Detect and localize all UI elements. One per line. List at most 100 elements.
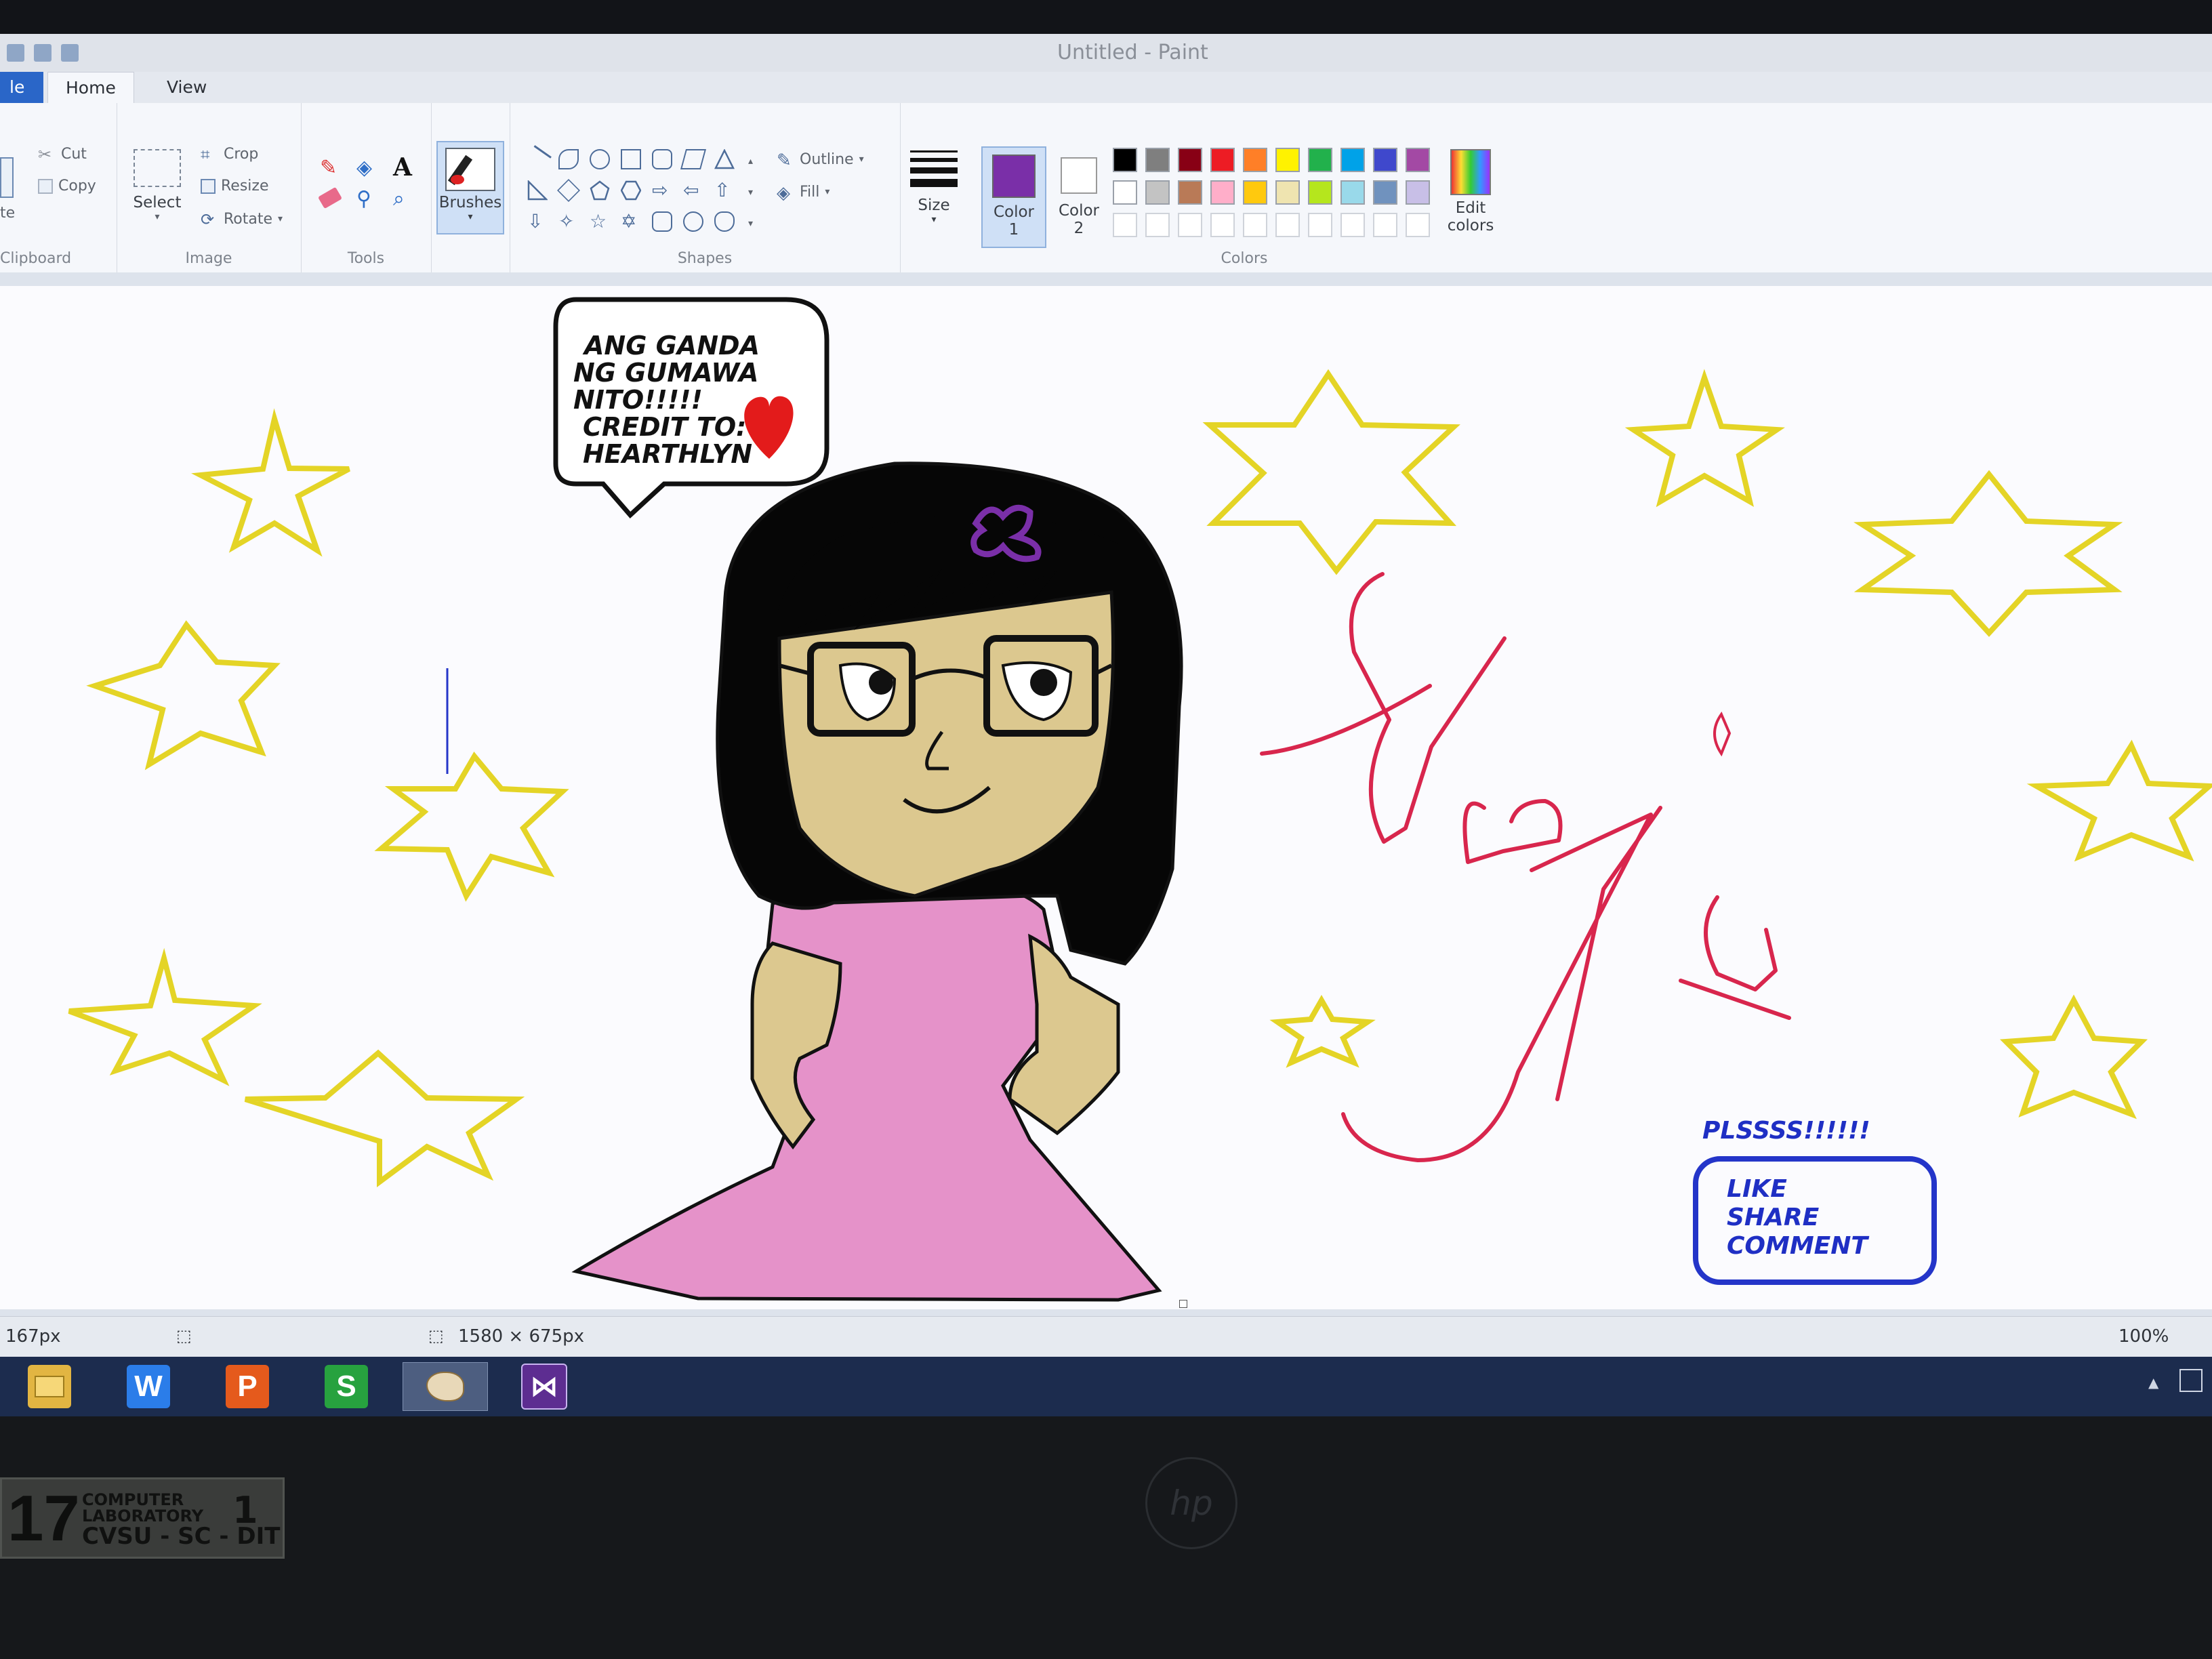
fill-bucket-icon[interactable]: ◈: [356, 156, 372, 180]
drawing-canvas[interactable]: ANG GANDA NG GUMAWA NITO!!!!! CREDIT TO:…: [0, 286, 2212, 1309]
color-picker-icon[interactable]: ⚲: [356, 187, 371, 211]
oval-shape-icon[interactable]: [590, 149, 610, 169]
palette-swatch[interactable]: [1243, 148, 1267, 172]
custom-color-slot[interactable]: [1243, 213, 1267, 237]
taskbar-writer[interactable]: W: [106, 1362, 191, 1411]
triangle-shape-icon[interactable]: [714, 148, 735, 169]
star-drawing: [2026, 739, 2212, 862]
pencil-icon[interactable]: ✎: [320, 156, 337, 180]
palette-swatch[interactable]: [1308, 148, 1332, 172]
palette-swatch[interactable]: [1340, 180, 1365, 205]
taskbar-spreadsheet[interactable]: S: [304, 1362, 389, 1411]
canvas-resize-handle[interactable]: [1179, 1300, 1187, 1308]
edit-colors-button[interactable]: Edit colors: [1443, 149, 1498, 234]
tab-file[interactable]: le: [0, 72, 43, 103]
palette-swatch[interactable]: [1373, 180, 1397, 205]
custom-color-slot[interactable]: [1145, 213, 1170, 237]
palette-swatch[interactable]: [1275, 180, 1300, 205]
fill-button[interactable]: ◈ Fill ▾: [777, 183, 830, 203]
polygon-shape-icon[interactable]: [680, 149, 707, 169]
bubble-line-3: NITO!!!!!: [573, 385, 703, 415]
palette-swatch[interactable]: [1373, 148, 1397, 172]
palette-swatch[interactable]: [1113, 148, 1137, 172]
network-icon[interactable]: [2179, 1369, 2203, 1392]
resize-button[interactable]: Resize: [201, 178, 269, 194]
palette-swatch[interactable]: [1178, 180, 1202, 205]
crop-label: Crop: [224, 145, 259, 163]
hexagon-shape-icon[interactable]: [620, 180, 642, 201]
shapes-gallery[interactable]: ⇨ ⇦ ⇧ ⇩ ✧ ☆ ✡ ▴ ▾ ▾: [523, 145, 758, 244]
expand-gallery-icon[interactable]: ▾: [748, 218, 753, 229]
taskbar-presentation[interactable]: P: [205, 1362, 290, 1411]
callout-oval-shape-icon[interactable]: [683, 211, 703, 232]
curve-shape-icon[interactable]: [558, 149, 579, 169]
tab-view[interactable]: View: [149, 72, 224, 103]
undo-icon[interactable]: [34, 44, 52, 62]
star-drawing: [68, 947, 262, 1086]
custom-color-slot[interactable]: [1113, 213, 1137, 237]
custom-color-slot[interactable]: [1178, 213, 1202, 237]
callout-cloud-shape-icon[interactable]: [714, 211, 735, 232]
taskbar-paint[interactable]: [403, 1362, 488, 1411]
scroll-down-icon[interactable]: ▾: [748, 187, 753, 198]
custom-color-slot[interactable]: [1210, 213, 1235, 237]
magnifier-icon[interactable]: ⌕: [393, 187, 405, 211]
rectangle-shape-icon[interactable]: [621, 149, 641, 169]
up-arrow-shape-icon[interactable]: ⇧: [714, 180, 735, 201]
rounded-rectangle-shape-icon[interactable]: [652, 149, 672, 169]
palette-swatch[interactable]: [1210, 180, 1235, 205]
scissors-icon: ✂: [38, 145, 52, 164]
taskbar-file-explorer[interactable]: [7, 1362, 92, 1411]
tab-home[interactable]: Home: [47, 72, 134, 104]
text-tool-icon[interactable]: A: [393, 153, 412, 182]
palette-swatch[interactable]: [1243, 180, 1267, 205]
star-drawing: [1202, 369, 1460, 575]
brushes-button[interactable]: Brushes ▾: [436, 141, 504, 234]
palette-swatch[interactable]: [1145, 148, 1170, 172]
color1-button[interactable]: Color 1: [981, 146, 1046, 248]
palette-swatch[interactable]: [1308, 180, 1332, 205]
callout-rect-shape-icon[interactable]: [652, 211, 672, 232]
cut-button[interactable]: ✂ Cut: [38, 145, 87, 164]
taskbar-visual-studio[interactable]: ⋈: [501, 1362, 587, 1411]
right-arrow-shape-icon[interactable]: ⇨: [652, 180, 672, 201]
eraser-icon[interactable]: [318, 186, 342, 209]
palette-swatch[interactable]: [1406, 180, 1430, 205]
line-shape-icon[interactable]: [523, 145, 552, 173]
down-arrow-shape-icon[interactable]: ⇩: [527, 211, 548, 232]
color2-button[interactable]: Color 2: [1052, 146, 1106, 248]
palette-swatch[interactable]: [1113, 180, 1137, 205]
pentagon-shape-icon[interactable]: [590, 180, 610, 201]
diamond-shape-icon[interactable]: [557, 179, 580, 202]
palette-swatch[interactable]: [1210, 148, 1235, 172]
fill-label: Fill: [800, 183, 820, 201]
rotate-button[interactable]: ⟳ Rotate ▾: [201, 210, 283, 229]
outline-button[interactable]: ✎ Outline ▾: [777, 150, 864, 171]
show-hidden-icons-icon[interactable]: ▲: [2148, 1374, 2158, 1391]
custom-color-slot[interactable]: [1406, 213, 1430, 237]
save-icon[interactable]: [7, 44, 24, 62]
redo-icon[interactable]: [61, 44, 79, 62]
custom-color-slot[interactable]: [1308, 213, 1332, 237]
palette-swatch[interactable]: [1178, 148, 1202, 172]
copy-button[interactable]: Copy: [38, 178, 96, 194]
palette-swatch[interactable]: [1406, 148, 1430, 172]
select-button[interactable]: Select ▾: [131, 149, 183, 222]
star-drawing: [1269, 994, 1376, 1068]
palette-swatch[interactable]: [1275, 148, 1300, 172]
paste-button[interactable]: [0, 157, 14, 198]
palette-swatch[interactable]: [1145, 180, 1170, 205]
crop-button[interactable]: ⌗ Crop: [201, 145, 259, 164]
five-point-star-shape-icon[interactable]: ☆: [590, 211, 610, 232]
custom-color-slot[interactable]: [1373, 213, 1397, 237]
six-point-star-shape-icon[interactable]: ✡: [621, 211, 641, 232]
four-point-star-shape-icon[interactable]: ✧: [558, 211, 579, 232]
left-arrow-shape-icon[interactable]: ⇦: [683, 180, 703, 201]
size-button[interactable]: Size ▾: [907, 150, 961, 225]
custom-color-slot[interactable]: [1340, 213, 1365, 237]
right-triangle-shape-icon[interactable]: [527, 179, 549, 201]
chevron-down-icon: ▾: [931, 214, 937, 225]
custom-color-slot[interactable]: [1275, 213, 1300, 237]
scroll-up-icon[interactable]: ▴: [748, 156, 753, 167]
palette-swatch[interactable]: [1340, 148, 1365, 172]
